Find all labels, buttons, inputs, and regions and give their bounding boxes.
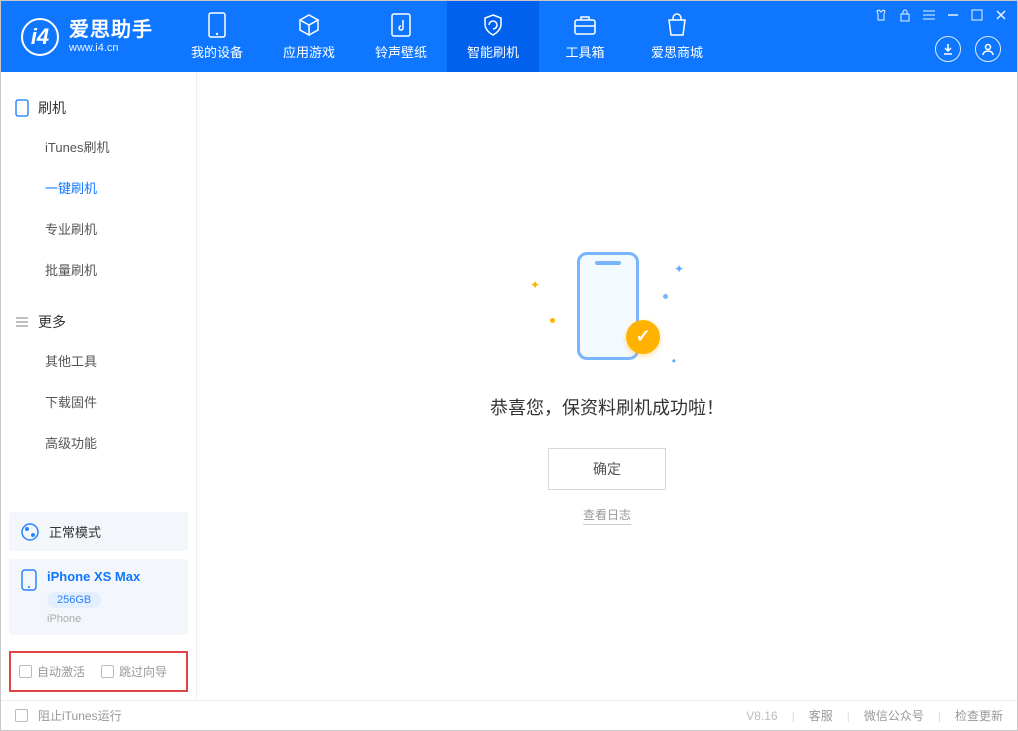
checkbox-icon (15, 709, 28, 722)
header-actions (935, 36, 1001, 62)
view-log-link[interactable]: 查看日志 (583, 506, 631, 525)
tab-label: 智能刷机 (467, 42, 519, 61)
tab-label: 应用游戏 (283, 42, 335, 61)
toolbox-icon (573, 13, 597, 37)
version-label: V8.16 (746, 709, 777, 723)
tab-apps[interactable]: 应用游戏 (263, 1, 355, 72)
main-content: ✓ ✦✦• 恭喜您，保资料刷机成功啦！ 确定 查看日志 (197, 72, 1017, 700)
device-name: iPhone XS Max (47, 569, 140, 584)
list-icon (15, 316, 29, 328)
sidebar-section-more[interactable]: 更多 (1, 304, 196, 340)
ok-button[interactable]: 确定 (548, 448, 666, 490)
options-highlight: 自动激活 跳过向导 (9, 651, 188, 692)
checkbox-block-itunes[interactable]: 阻止iTunes运行 (15, 707, 122, 724)
checkbox-icon (101, 665, 114, 678)
tab-my-device[interactable]: 我的设备 (171, 1, 263, 72)
mode-icon (21, 523, 39, 541)
footer-link-wechat[interactable]: 微信公众号 (864, 707, 924, 724)
sidebar: 刷机 iTunes刷机 一键刷机 专业刷机 批量刷机 更多 其他工具 下载固件 … (1, 72, 197, 700)
bag-icon (665, 13, 689, 37)
app-subtitle: www.i4.cn (69, 42, 153, 55)
cube-icon (297, 13, 321, 37)
tab-label: 我的设备 (191, 42, 243, 61)
minimize-button[interactable] (945, 7, 961, 23)
shirt-icon[interactable] (873, 7, 889, 23)
maximize-button[interactable] (969, 7, 985, 23)
sidebar-item-other-tools[interactable]: 其他工具 (1, 340, 196, 381)
main-tabs: 我的设备 应用游戏 铃声壁纸 智能刷机 工具箱 爱思商城 (171, 1, 723, 72)
mode-panel[interactable]: 正常模式 (9, 512, 188, 551)
device-icon (205, 13, 229, 37)
footer-link-support[interactable]: 客服 (809, 707, 833, 724)
menu-icon[interactable] (921, 7, 937, 23)
logo[interactable]: i4 爱思助手 www.i4.cn (1, 1, 171, 72)
checkbox-label: 阻止iTunes运行 (38, 707, 122, 724)
sidebar-item-download-firmware[interactable]: 下载固件 (1, 381, 196, 422)
mode-label: 正常模式 (49, 522, 101, 541)
tab-flash[interactable]: 智能刷机 (447, 1, 539, 72)
app-header: i4 爱思助手 www.i4.cn 我的设备 应用游戏 铃声壁纸 智能刷机 工具… (1, 1, 1017, 72)
footer-link-update[interactable]: 检查更新 (955, 707, 1003, 724)
status-bar: 阻止iTunes运行 V8.16 | 客服 | 微信公众号 | 检查更新 (1, 700, 1017, 730)
checkbox-skip-guide[interactable]: 跳过向导 (101, 663, 167, 680)
sidebar-item-pro-flash[interactable]: 专业刷机 (1, 208, 196, 249)
device-type: iPhone (47, 613, 140, 625)
sidebar-section-flash[interactable]: 刷机 (1, 90, 196, 126)
checkbox-auto-activate[interactable]: 自动激活 (19, 663, 85, 680)
sidebar-item-batch-flash[interactable]: 批量刷机 (1, 249, 196, 290)
sidebar-item-oneclick-flash[interactable]: 一键刷机 (1, 167, 196, 208)
tab-ringtones[interactable]: 铃声壁纸 (355, 1, 447, 72)
user-button[interactable] (975, 36, 1001, 62)
window-controls (873, 7, 1009, 23)
music-file-icon (389, 13, 413, 37)
checkmark-icon: ✓ (626, 320, 660, 354)
checkbox-label: 跳过向导 (119, 663, 167, 680)
tab-label: 铃声壁纸 (375, 42, 427, 61)
success-message: 恭喜您，保资料刷机成功啦！ (490, 394, 724, 420)
tab-label: 工具箱 (565, 42, 604, 61)
device-panel[interactable]: iPhone XS Max 256GB iPhone (9, 559, 188, 635)
app-title: 爱思助手 (69, 18, 153, 42)
checkbox-label: 自动激活 (37, 663, 85, 680)
section-title: 更多 (38, 312, 66, 332)
success-illustration: ✓ ✦✦• (532, 248, 682, 368)
tab-store[interactable]: 爱思商城 (631, 1, 723, 72)
tab-toolbox[interactable]: 工具箱 (539, 1, 631, 72)
checkbox-icon (19, 665, 32, 678)
logo-icon: i4 (21, 18, 59, 56)
shield-refresh-icon (481, 13, 505, 37)
section-title: 刷机 (38, 98, 66, 118)
device-phone-icon (21, 569, 37, 591)
phone-icon (15, 99, 29, 117)
close-button[interactable] (993, 7, 1009, 23)
sidebar-item-itunes-flash[interactable]: iTunes刷机 (1, 126, 196, 167)
download-button[interactable] (935, 36, 961, 62)
device-storage: 256GB (47, 592, 101, 608)
lock-icon[interactable] (897, 7, 913, 23)
tab-label: 爱思商城 (651, 42, 703, 61)
sidebar-item-advanced[interactable]: 高级功能 (1, 422, 196, 463)
